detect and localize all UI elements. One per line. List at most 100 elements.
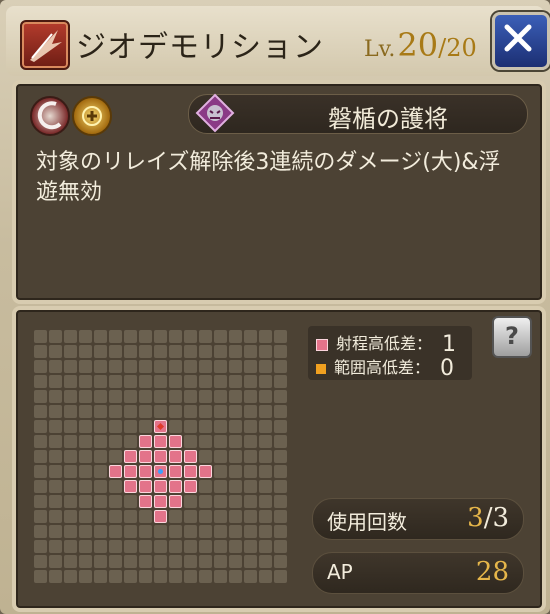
area-swatch xyxy=(316,363,326,374)
grid-cell xyxy=(64,495,77,508)
grid-cell xyxy=(184,525,197,538)
grid-cell xyxy=(244,525,257,538)
grid-cell xyxy=(214,405,227,418)
ap-cost: AP 28 xyxy=(312,552,524,594)
grid-cell xyxy=(244,480,257,493)
grid-cell xyxy=(229,555,242,568)
range-legend: 射程高低差： 1 範囲高低差： 0 xyxy=(308,326,472,381)
grid-cell xyxy=(49,495,62,508)
grid-cell xyxy=(199,360,212,373)
grid-cell xyxy=(274,345,287,358)
grid-cell xyxy=(49,405,62,418)
grid-cell xyxy=(199,480,212,493)
range-cell xyxy=(169,435,182,448)
grid-cell xyxy=(49,570,62,583)
grid-cell xyxy=(214,345,227,358)
grid-cell xyxy=(229,435,242,448)
grid-cell xyxy=(34,405,47,418)
grid-cell xyxy=(229,525,242,538)
range-cell xyxy=(154,495,167,508)
grid-cell xyxy=(199,555,212,568)
range-cell xyxy=(124,465,137,478)
grid-cell xyxy=(139,570,152,583)
skill-name: ジオデモリション xyxy=(76,30,324,65)
grid-cell xyxy=(49,375,62,388)
grid-cell xyxy=(154,360,167,373)
grid-cell xyxy=(244,450,257,463)
legend-label: 射程高低差： xyxy=(336,334,433,353)
grid-cell xyxy=(169,345,182,358)
grid-cell xyxy=(154,390,167,403)
grid-cell xyxy=(34,390,47,403)
grid-cell xyxy=(199,375,212,388)
close-button[interactable] xyxy=(492,12,550,70)
grid-cell xyxy=(274,570,287,583)
grid-cell xyxy=(169,375,182,388)
uses-label: 使用回数 xyxy=(327,510,407,534)
grid-cell xyxy=(244,390,257,403)
grid-cell xyxy=(49,510,62,523)
grid-cell xyxy=(229,510,242,523)
demon-guard-icon xyxy=(195,93,235,133)
grid-cell xyxy=(169,360,182,373)
grid-cell xyxy=(229,465,242,478)
grid-cell xyxy=(34,375,47,388)
grid-cell xyxy=(274,480,287,493)
grid-cell xyxy=(34,435,47,448)
grid-cell xyxy=(64,555,77,568)
grid-cell xyxy=(214,420,227,433)
grid-cell xyxy=(64,405,77,418)
grid-cell xyxy=(199,450,212,463)
grid-cell xyxy=(154,555,167,568)
grid-cell xyxy=(49,465,62,478)
grid-cell xyxy=(244,555,257,568)
grid-cell xyxy=(79,480,92,493)
ability-name-bar[interactable]: 磐楯の護将 xyxy=(188,93,528,134)
grid-cell xyxy=(124,570,137,583)
grid-cell xyxy=(199,345,212,358)
grid-cell xyxy=(214,495,227,508)
ability-name: 磐楯の護将 xyxy=(328,105,448,133)
grid-cell xyxy=(94,525,107,538)
ability-description: 対象のリレイズ解除後3連続のダメージ(大)&浮遊無効 xyxy=(36,150,501,205)
grid-cell xyxy=(274,465,287,478)
grid-cell xyxy=(139,330,152,343)
grid-cell xyxy=(214,360,227,373)
grid-cell xyxy=(274,420,287,433)
grid-cell xyxy=(124,555,137,568)
grid-cell xyxy=(94,465,107,478)
grid-cell xyxy=(79,435,92,448)
grid-cell xyxy=(214,390,227,403)
grid-cell xyxy=(94,495,107,508)
grid-cell xyxy=(49,525,62,538)
grid-cell xyxy=(79,510,92,523)
help-button[interactable]: ? xyxy=(492,316,532,358)
grid-cell xyxy=(214,465,227,478)
grid-cell xyxy=(169,510,182,523)
range-cell xyxy=(184,465,197,478)
grid-cell xyxy=(34,465,47,478)
grid-cell xyxy=(109,480,122,493)
grid-cell xyxy=(64,360,77,373)
range-cell xyxy=(169,465,182,478)
grid-cell xyxy=(124,390,137,403)
grid-cell xyxy=(139,405,152,418)
grid-cell xyxy=(274,405,287,418)
grid-cell xyxy=(79,405,92,418)
range-panel: 射程高低差： 1 範囲高低差： 0 ? 使用回数 3/3 AP 28 xyxy=(12,306,546,612)
grid-cell xyxy=(184,390,197,403)
grid-cell xyxy=(259,435,272,448)
grid-cell xyxy=(229,360,242,373)
grid-cell xyxy=(244,420,257,433)
grid-cell xyxy=(49,555,62,568)
grid-cell xyxy=(139,555,152,568)
grid-cell xyxy=(94,450,107,463)
grid-cell xyxy=(94,390,107,403)
grid-cell xyxy=(184,375,197,388)
grid-cell xyxy=(259,525,272,538)
grid-cell xyxy=(184,495,197,508)
grid-cell xyxy=(34,570,47,583)
grid-cell xyxy=(244,570,257,583)
grid-cell xyxy=(274,390,287,403)
grid-cell xyxy=(169,525,182,538)
